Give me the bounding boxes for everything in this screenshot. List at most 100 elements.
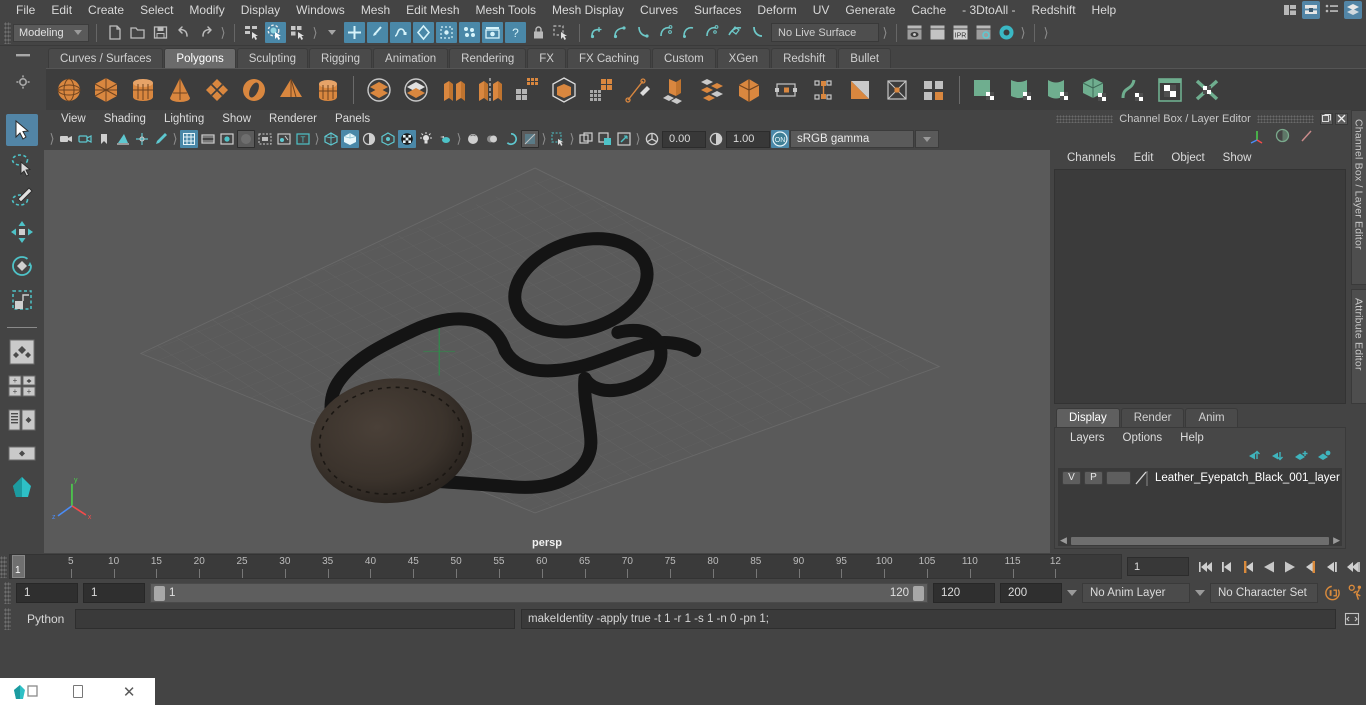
use-default-material-icon[interactable] [379, 130, 397, 148]
layers-stack-icon[interactable] [1344, 1, 1362, 19]
menu-mesh-display[interactable]: Mesh Display [544, 0, 632, 20]
time-slider-track[interactable]: 1 5 10 15 20 25 30 35 40 45 50 55 60 65 70 75 80 85 90 95 1… [9, 554, 1122, 579]
layer-menu-help[interactable]: Help [1171, 432, 1213, 444]
scale-tool-button[interactable] [6, 284, 38, 316]
menu-help[interactable]: Help [1084, 0, 1125, 20]
construction-history-icon-4[interactable] [656, 22, 677, 43]
render-current-frame-button[interactable] [904, 22, 925, 43]
shadows-icon[interactable] [256, 130, 274, 148]
wireframe-shading-icon[interactable] [322, 130, 340, 148]
viewport-collapse-6[interactable]: ⟩ [634, 131, 642, 147]
menu-3dtoall[interactable]: - 3DtoAll - [954, 0, 1023, 20]
poly-cube-outline-icon[interactable] [547, 73, 581, 107]
step-forward-frame-button[interactable] [1301, 558, 1320, 576]
render-settings-button[interactable] [973, 22, 994, 43]
vtab-channel-box[interactable]: Channel Box / Layer Editor [1350, 110, 1366, 285]
move-layer-up-icon[interactable] [1248, 450, 1262, 465]
shelf-collapse-icon[interactable] [14, 50, 32, 64]
anim-layer-field[interactable]: No Anim Layer [1082, 583, 1190, 603]
layer-state-toggle[interactable] [1106, 470, 1131, 485]
color-management-toggle[interactable]: ON [771, 130, 789, 148]
shelf-tab-bullet[interactable]: Bullet [838, 48, 892, 68]
snap-to-curve-button[interactable] [367, 22, 388, 43]
select-tool-icon[interactable] [551, 22, 572, 43]
quadrangulate-icon[interactable] [917, 73, 951, 107]
layer-menu-options[interactable]: Options [1114, 432, 1172, 444]
combine-icon[interactable] [436, 73, 470, 107]
image-plane-icon[interactable] [114, 130, 132, 148]
statusline-collapse-4[interactable]: ⟩ [1019, 25, 1027, 41]
shadow-toggle-icon[interactable] [436, 130, 454, 148]
isolate-select-icon[interactable] [218, 130, 236, 148]
gamma-icon[interactable] [707, 130, 725, 148]
script-editor-icon[interactable] [1342, 610, 1362, 628]
statusline-collapse-1[interactable]: ⟩ [219, 25, 227, 41]
anim-layer-dropdown-arrow[interactable] [1067, 590, 1077, 596]
layer-list[interactable]: V P Leather_Eyepatch_Black_001_layer [1058, 468, 1342, 535]
menu-select[interactable]: Select [132, 0, 181, 20]
snap-to-view-planes-button[interactable] [436, 22, 457, 43]
command-line-gripper[interactable] [4, 608, 11, 630]
menuset-selector[interactable]: Modeling [13, 23, 89, 42]
construction-history-icon-1[interactable] [587, 22, 608, 43]
poly-pyramid-icon[interactable] [274, 73, 308, 107]
shelf-tab-sculpting[interactable]: Sculpting [236, 48, 309, 68]
command-language-label[interactable]: Python [17, 612, 69, 626]
viewport-collapse-2[interactable]: ⟩ [313, 131, 321, 147]
menu-windows[interactable]: Windows [288, 0, 353, 20]
layer-menu-layers[interactable]: Layers [1061, 432, 1114, 444]
shelf-tab-polygons[interactable]: Polygons [164, 48, 236, 68]
poly-sphere-icon[interactable] [52, 73, 86, 107]
layer-list-scrollbar[interactable]: ◀ ▶ [1058, 535, 1342, 546]
new-layer-from-selected-icon[interactable] [1317, 450, 1331, 465]
textured-shading-icon[interactable] [398, 130, 416, 148]
xray-mode-icon[interactable] [237, 130, 255, 148]
construction-history-icon-8[interactable] [748, 22, 769, 43]
vtab-attribute-editor[interactable]: Attribute Editor [1350, 289, 1366, 404]
menu-edit[interactable]: Edit [43, 0, 80, 20]
axis-gizmo-icon[interactable] [1249, 128, 1265, 147]
poly-cylinder-icon[interactable] [126, 73, 160, 107]
uv-cut-icon[interactable] [1190, 73, 1224, 107]
menu-file[interactable]: File [8, 0, 43, 20]
channel-box-list[interactable] [1054, 169, 1346, 404]
anti-alias-icon[interactable] [502, 130, 520, 148]
viewport-menu-renderer[interactable]: Renderer [260, 110, 326, 128]
viewport-collapse-1[interactable]: ⟩ [171, 131, 179, 147]
viewport-collapse-3[interactable]: ⟩ [455, 131, 463, 147]
bevel-icon[interactable] [695, 73, 729, 107]
shelf-tab-rigging[interactable]: Rigging [309, 48, 373, 68]
scroll-left-icon[interactable]: ◀ [1060, 535, 1067, 546]
text-display-icon[interactable]: T [294, 130, 312, 148]
lasso-tool-button[interactable] [6, 148, 38, 180]
anim-start-time-field[interactable]: 1 [16, 583, 78, 603]
perspective-viewport[interactable]: y z x persp [44, 150, 1050, 553]
taskbar-app-icon[interactable] [0, 678, 52, 705]
shading-sphere-icon[interactable] [1275, 128, 1290, 146]
redo-render-button[interactable] [927, 22, 948, 43]
paint-select-tool-button[interactable] [6, 182, 38, 214]
uv-unfold-icon[interactable] [1116, 73, 1150, 107]
range-bar[interactable]: 1 120 [150, 583, 928, 603]
layout-four-pane-button[interactable]: + + + [6, 370, 38, 402]
layer-color-swatch-icon[interactable] [1134, 470, 1148, 486]
taskbar-restore-button[interactable] [52, 678, 104, 705]
tab-render-layers[interactable]: Render [1120, 408, 1185, 427]
menu-modify[interactable]: Modify [181, 0, 232, 20]
range-end-handle[interactable] [913, 585, 924, 601]
construction-history-icon-6[interactable] [702, 22, 723, 43]
select-tool-button[interactable] [6, 114, 38, 146]
menu-surfaces[interactable]: Surfaces [686, 0, 749, 20]
lock-icon[interactable] [528, 22, 549, 43]
uv-cylindrical-map-icon[interactable] [1005, 73, 1039, 107]
tab-display-layers[interactable]: Display [1056, 408, 1120, 427]
target-weld-icon[interactable] [769, 73, 803, 107]
view-image-icon[interactable] [615, 130, 633, 148]
new-layer-icon[interactable] [1294, 450, 1308, 465]
smooth-shading-icon[interactable] [341, 130, 359, 148]
menu-curves[interactable]: Curves [632, 0, 686, 20]
new-scene-button[interactable] [104, 22, 125, 43]
layer-row[interactable]: V P Leather_Eyepatch_Black_001_layer [1058, 468, 1342, 487]
motion-blur-icon[interactable] [483, 130, 501, 148]
layout-single-pane-button[interactable] [6, 336, 38, 368]
